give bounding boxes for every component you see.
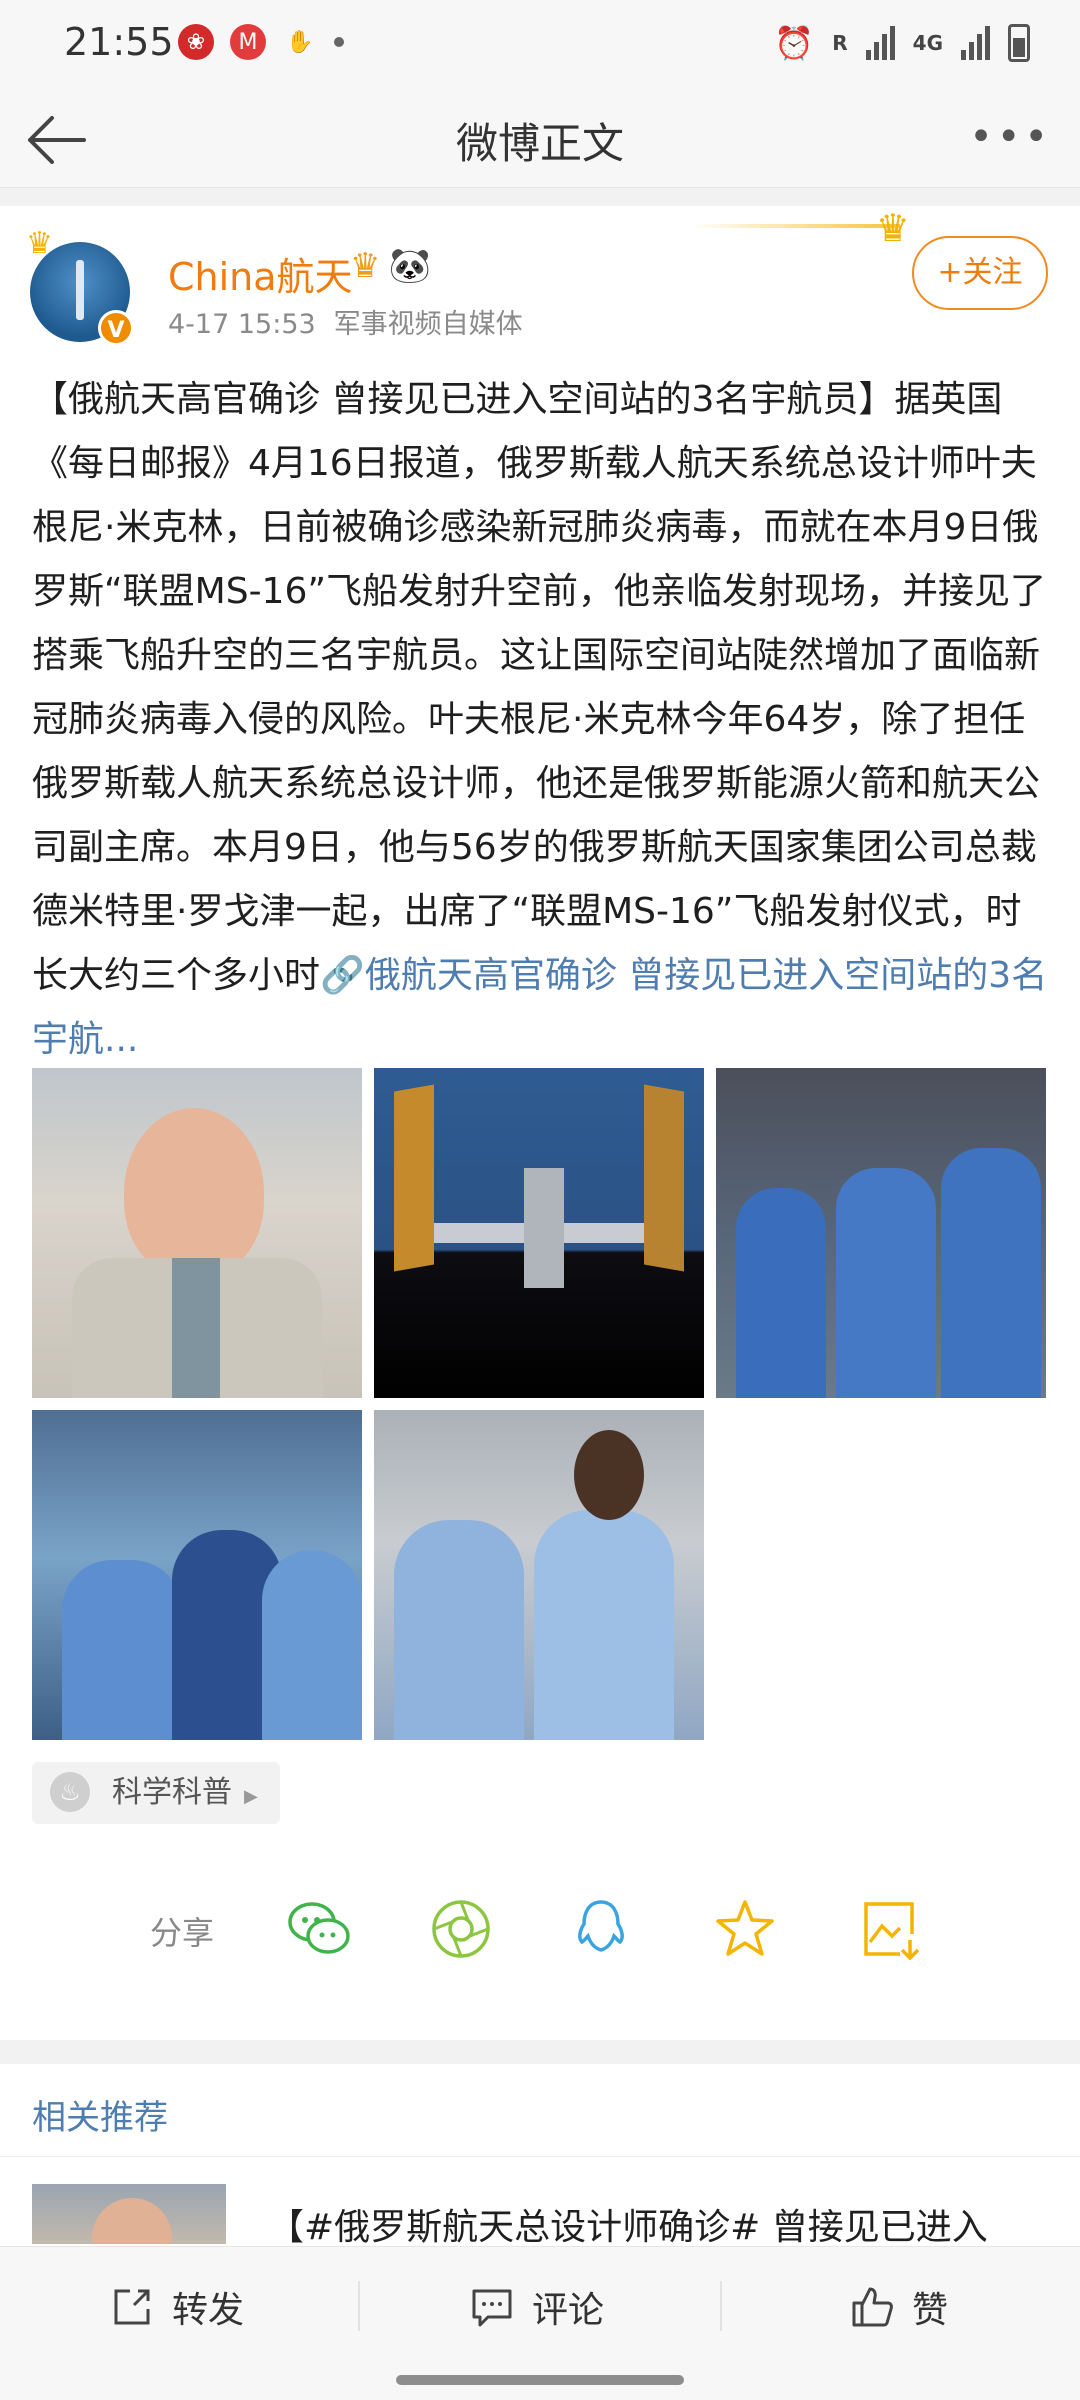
crown-icon: ♛ bbox=[26, 226, 53, 261]
system-status-icons: ⏰ R 4G bbox=[774, 24, 1030, 62]
like-label: 赞 bbox=[912, 2290, 949, 2331]
divider bbox=[358, 2281, 360, 2331]
app-notification-icon: ❀ bbox=[178, 24, 214, 60]
post-meta: 4-17 15:53 军事视频自媒体 bbox=[168, 302, 523, 341]
network-type-label: 4G bbox=[912, 31, 943, 55]
repost-icon bbox=[114, 2289, 150, 2325]
post-timestamp: 4-17 15:53 bbox=[168, 309, 316, 340]
decoration-crown-icon: ♛ bbox=[875, 206, 910, 250]
post-source: 军事视频自媒体 bbox=[333, 309, 523, 340]
comment-label: 评论 bbox=[532, 2290, 605, 2331]
bottom-action-bar: 转发 评论 赞 bbox=[0, 2246, 1080, 2400]
chevron-right-icon: ▶ bbox=[244, 1786, 258, 1807]
photo-grid bbox=[32, 1068, 1052, 1740]
favorite-star-icon[interactable] bbox=[712, 1896, 778, 1962]
separator bbox=[0, 188, 1080, 206]
decoration-line bbox=[690, 224, 900, 228]
fire-icon: ♨ bbox=[50, 1772, 90, 1812]
comment-button[interactable]: 评论 bbox=[470, 2277, 604, 2337]
section-separator bbox=[0, 2040, 1080, 2064]
roaming-label: R bbox=[832, 31, 848, 55]
post-body: 【俄航天高官确诊 曾接见已进入空间站的3名宇航员】据英国《每日邮报》4月16日报… bbox=[32, 368, 1052, 1072]
related-section-title: 相关推荐 bbox=[32, 2098, 168, 2138]
page-title: 微博正文 bbox=[455, 119, 624, 168]
vip-crown-icon: ♛ bbox=[350, 246, 381, 286]
alarm-icon: ⏰ bbox=[774, 24, 815, 62]
battery-icon bbox=[1008, 24, 1030, 62]
signal-bars-icon bbox=[865, 26, 895, 60]
author-name[interactable]: China航天 bbox=[168, 246, 353, 301]
status-time: 21:55 bbox=[64, 20, 174, 64]
related-thumbnail[interactable] bbox=[32, 2184, 226, 2244]
photo-crew-inside-station[interactable] bbox=[32, 1410, 362, 1740]
save-image-icon[interactable] bbox=[856, 1896, 922, 1962]
post-text: 【俄航天高官确诊 曾接见已进入空间站的3名宇航员】据英国《每日邮报》4月16日报… bbox=[32, 379, 1047, 996]
share-row: 分享 bbox=[0, 1896, 1080, 1966]
photo-space-station[interactable] bbox=[374, 1068, 704, 1398]
link-icon: 🔗 bbox=[320, 955, 365, 996]
divider bbox=[0, 2156, 1080, 2157]
photo-astronauts-group[interactable] bbox=[716, 1068, 1046, 1398]
qq-share-icon[interactable] bbox=[568, 1896, 634, 1962]
photo-two-astronauts[interactable] bbox=[374, 1410, 704, 1740]
photo-official-portrait[interactable] bbox=[32, 1068, 362, 1398]
top-nav-bar: 微博正文 ••• bbox=[0, 90, 1080, 188]
share-label: 分享 bbox=[150, 1914, 215, 1952]
metro-icon: M bbox=[230, 24, 266, 60]
wechat-share-icon[interactable] bbox=[286, 1896, 352, 1962]
more-options-icon[interactable]: ••• bbox=[969, 114, 1052, 160]
more-notifications-dot-icon bbox=[334, 37, 344, 47]
divider bbox=[720, 2281, 722, 2331]
panda-icon: 🐼 bbox=[388, 246, 431, 286]
repost-label: 转发 bbox=[172, 2290, 245, 2331]
signal-bars-2-icon bbox=[961, 26, 990, 60]
comment-icon bbox=[472, 2289, 512, 2327]
repost-button[interactable]: 转发 bbox=[110, 2277, 244, 2337]
notification-icons: ❀ M ✋ bbox=[178, 24, 344, 60]
topic-tag[interactable]: ♨ 科学科普 ▶ bbox=[32, 1762, 280, 1824]
user-badges: ♛ 🐼 bbox=[350, 246, 431, 286]
home-indicator[interactable] bbox=[396, 2375, 684, 2385]
hand-icon: ✋ bbox=[286, 29, 314, 55]
thumbs-up-icon bbox=[852, 2287, 893, 2327]
follow-button[interactable]: +关注 bbox=[912, 236, 1048, 310]
moments-share-icon[interactable] bbox=[428, 1896, 494, 1962]
related-item-title[interactable]: 【#俄罗斯航天总设计师确诊# 曾接见已进入 bbox=[268, 2198, 1058, 2250]
status-bar: 21:55 ❀ M ✋ ⏰ R 4G bbox=[0, 0, 1080, 90]
verified-badge-icon: V bbox=[98, 310, 134, 346]
like-button[interactable]: 赞 bbox=[850, 2277, 948, 2337]
topic-tag-label: 科学科普 bbox=[112, 1775, 232, 1810]
